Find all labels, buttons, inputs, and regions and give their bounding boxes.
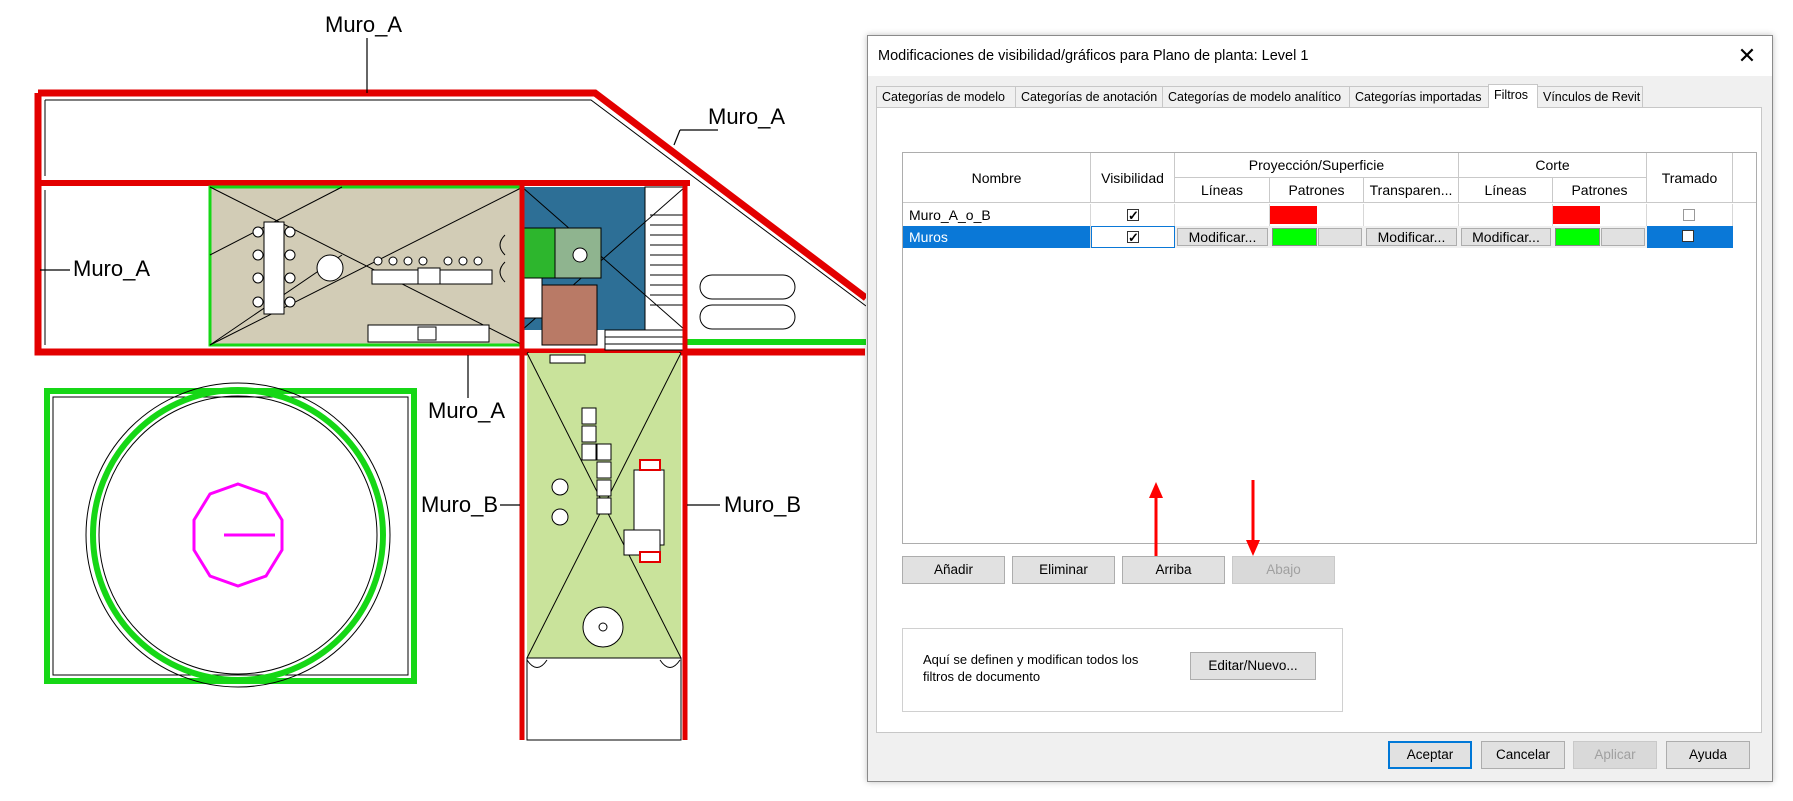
table-row[interactable]: Muro_A_o_B [903,204,1733,226]
filters-info-text: Aquí se definen y modifican todos los fi… [923,652,1139,684]
transparencia-cell[interactable]: Modificar... [1364,226,1459,248]
eliminar-button[interactable]: Eliminar [1012,556,1115,584]
transparencia-cell[interactable] [1364,204,1459,226]
tab-categorias-importadas[interactable]: Categorías importadas [1349,86,1489,107]
header-proj-transparencia: Transparen... [1364,178,1459,203]
header-proyeccion: Proyección/Superficie [1175,153,1459,178]
tab-categorias-modelo-analitico[interactable]: Categorías de modelo analítico [1162,86,1350,107]
proj-patrones-cell[interactable] [1270,226,1364,248]
cut-pattern-button[interactable] [1601,228,1645,246]
visibility-checkbox[interactable] [1127,227,1139,247]
corte-lineas-cell[interactable]: Modificar... [1459,226,1553,248]
abajo-button[interactable]: Abajo [1232,556,1335,584]
dialog-titlebar: Modificaciones de visibilidad/gráficos p… [868,36,1772,76]
aplicar-button[interactable]: Aplicar [1573,741,1657,769]
proj-pattern-button[interactable] [1318,228,1362,246]
wall-label-muro-a-left: Muro_A [73,256,151,281]
proj-patrones-cell[interactable] [1270,204,1364,226]
wall-label-muro-a-bottom: Muro_A [428,398,506,423]
arriba-button[interactable]: Arriba [1122,556,1225,584]
header-corte-lineas: Líneas [1459,178,1553,203]
filters-grid: Nombre Visibilidad Proyección/Superficie… [902,152,1757,544]
table-row[interactable]: Muros Modificar... Modificar... Modifica… [903,226,1733,248]
header-corte: Corte [1459,153,1647,178]
wall-label-muro-a-diagonal: Muro_A [708,104,786,129]
cancelar-button[interactable]: Cancelar [1481,741,1565,769]
header-corte-patrones: Patrones [1553,178,1647,203]
tab-vinculos-revit[interactable]: Vínculos de Revit [1537,86,1643,107]
cut-pattern-swatch [1555,228,1600,246]
ayuda-button[interactable]: Ayuda [1666,741,1750,769]
tramado-cell [1647,204,1733,226]
visibility-cell [1091,204,1175,226]
corte-patrones-cell[interactable] [1553,226,1647,248]
annotation-arrows [1149,480,1260,566]
exterior-items [699,274,796,330]
header-nombre[interactable]: Nombre [903,153,1091,203]
proj-lineas-cell[interactable]: Modificar... [1175,226,1270,248]
tramado-checkbox[interactable] [1683,209,1695,221]
tab-categorias-anotacion[interactable]: Categorías de anotación [1015,86,1163,107]
filtros-panel: Nombre Visibilidad Proyección/Superficie… [876,107,1762,733]
header-tramado: Tramado [1647,153,1733,203]
corte-patrones-cell[interactable] [1553,204,1647,226]
proj-pattern-swatch [1270,206,1317,224]
living-area [526,352,682,741]
tramado-checkbox[interactable] [1682,230,1694,242]
row-name[interactable]: Muros [903,226,1091,248]
proj-lineas-cell[interactable] [1175,204,1270,226]
round-feature [85,382,391,688]
wall-label-muro-b-right: Muro_B [724,492,802,517]
kitchen-area [208,185,525,347]
dialog-title: Modificaciones de visibilidad/gráficos p… [878,48,1309,64]
visibility-cell [1091,226,1175,248]
close-icon[interactable]: ✕ [1734,43,1760,69]
aceptar-button[interactable]: Aceptar [1388,741,1472,769]
header-visibilidad[interactable]: Visibilidad [1091,153,1175,203]
anadir-button[interactable]: Añadir [902,556,1005,584]
filters-info-box: Aquí se definen y modifican todos los fi… [902,628,1343,712]
transparencia-modify-button[interactable]: Modificar... [1366,228,1457,246]
wall-label-muro-b-left: Muro_B [421,492,499,517]
visibility-checkbox[interactable] [1127,205,1139,226]
tab-filtros[interactable]: Filtros [1488,84,1538,108]
cut-pattern-swatch [1553,206,1600,224]
header-filler [1733,153,1756,203]
proj-lineas-modify-button[interactable]: Modificar... [1177,228,1268,246]
corte-lineas-cell[interactable] [1459,204,1553,226]
proj-pattern-swatch [1272,228,1317,246]
tab-categorias-modelo[interactable]: Categorías de modelo [876,86,1016,107]
visibility-graphics-dialog: Modificaciones de visibilidad/gráficos p… [867,35,1773,782]
row-name[interactable]: Muro_A_o_B [903,204,1091,226]
header-proj-lineas: Líneas [1175,178,1270,203]
corte-lineas-modify-button[interactable]: Modificar... [1461,228,1551,246]
header-proj-patrones: Patrones [1270,178,1364,203]
editar-nuevo-button[interactable]: Editar/Nuevo... [1190,652,1316,680]
tramado-cell [1647,226,1733,248]
wall-label-muro-a-top: Muro_A [325,12,403,37]
